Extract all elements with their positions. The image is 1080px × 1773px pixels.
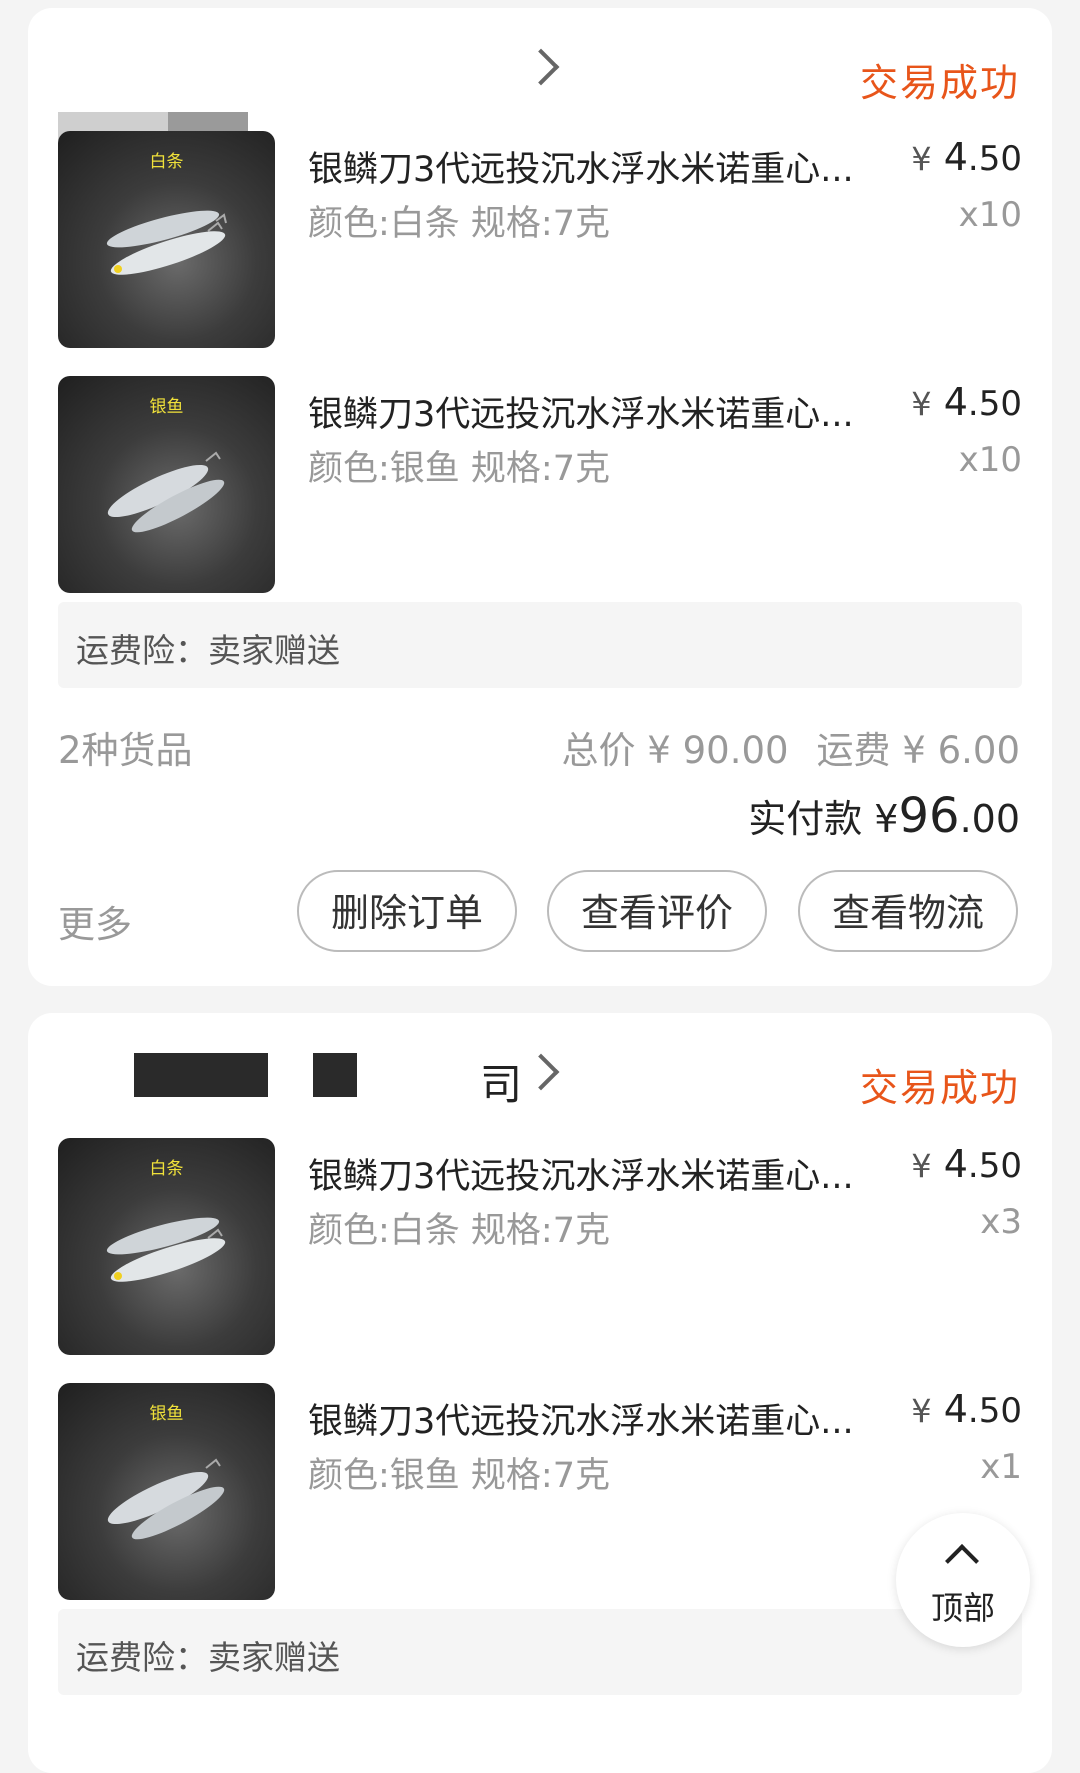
price-summary: 总价 ¥ 90.00 运费 ¥ 6.00	[562, 720, 1020, 774]
lure-illustration	[107, 1458, 225, 1540]
chevron-right-icon[interactable]	[522, 48, 560, 86]
product-image[interactable]: 白条	[58, 1138, 275, 1355]
price-decimal: .50	[967, 384, 1022, 424]
delete-order-button[interactable]: 删除订单	[297, 870, 517, 952]
product-title: 银鳞刀3代远投沉水浮水米诺重心...	[308, 1402, 854, 1442]
product-image-label: 白条	[149, 1159, 184, 1179]
product-title: 银鳞刀3代远投沉水浮水米诺重心...	[308, 150, 854, 190]
product-title: 银鳞刀3代远投沉水浮水米诺重心...	[308, 395, 854, 435]
order-item[interactable]: 银鱼 银鳞刀3代远投沉水浮水米诺重心... 颜色:银鱼 规格:7克 ¥ 4.50…	[58, 1383, 1022, 1601]
view-review-button[interactable]: 查看评价	[547, 870, 767, 952]
product-image[interactable]: 银鱼	[58, 376, 275, 593]
more-link[interactable]: 更多	[58, 894, 132, 948]
product-spec: 颜色:银鱼 规格:7克	[308, 449, 610, 489]
back-to-top-label: 顶部	[930, 1589, 995, 1627]
product-spec: 颜色:白条 规格:7克	[308, 1211, 610, 1251]
product-image[interactable]: 白条	[58, 131, 275, 348]
shop-header[interactable]: 司 交易成功	[28, 1013, 1052, 1153]
price-integer: 4	[943, 1142, 968, 1186]
product-quantity: x3	[980, 1202, 1022, 1242]
product-quantity: x10	[958, 440, 1022, 480]
paid-integer: 96	[898, 788, 960, 844]
paid-decimal: .00	[959, 797, 1020, 841]
chevron-up-icon	[945, 1544, 979, 1578]
chevron-right-icon[interactable]	[522, 1053, 560, 1091]
order-status: 交易成功	[859, 61, 1020, 105]
back-to-top-button[interactable]: 顶部	[896, 1513, 1030, 1647]
price-integer: 4	[943, 380, 968, 424]
redacted-block	[134, 1053, 268, 1097]
actual-payment: 实付款 ¥96.00	[748, 788, 1020, 844]
shipping-insurance: 运费险：卖家赠送	[58, 1609, 1022, 1695]
lure-illustration	[106, 1217, 226, 1282]
product-quantity: x10	[958, 195, 1022, 235]
product-quantity: x1	[980, 1447, 1022, 1487]
price-decimal: .50	[967, 1391, 1022, 1431]
price-currency: ¥	[911, 1392, 932, 1430]
shipping-insurance: 运费险：卖家赠送	[58, 602, 1022, 688]
product-price: ¥ 4.50	[911, 1387, 1022, 1431]
redacted-block	[313, 1053, 357, 1097]
product-image-label: 银鱼	[149, 397, 184, 417]
product-price: ¥ 4.50	[911, 135, 1022, 179]
order-card: 交易成功 白条 银鳞刀3代远投沉水浮水米诺重心... 颜色:白条 规格:7克 ¥…	[28, 8, 1052, 986]
order-item[interactable]: 白条 银鳞刀3代远投沉水浮水米诺重心... 颜色:白条 规格:7克 ¥ 4.50…	[58, 1138, 1022, 1356]
goods-count: 2种货品	[58, 729, 193, 772]
shop-name[interactable]: 司	[480, 1051, 522, 1112]
price-currency: ¥	[911, 140, 932, 178]
lure-illustration	[107, 451, 225, 533]
product-spec: 颜色:白条 规格:7克	[308, 204, 610, 244]
product-price: ¥ 4.50	[911, 1142, 1022, 1186]
price-currency: ¥	[911, 385, 932, 423]
shipping-insurance-text: 运费险：卖家赠送	[76, 1638, 340, 1677]
order-item[interactable]: 银鱼 银鳞刀3代远投沉水浮水米诺重心... 颜色:银鱼 规格:7克 ¥ 4.50…	[58, 376, 1022, 594]
lure-illustration	[106, 210, 227, 275]
order-card: 司 交易成功 白条 银鳞刀3代远投沉水浮水米诺重心... 颜色:白条 规格:7克…	[28, 1013, 1052, 1773]
price-decimal: .50	[967, 139, 1022, 179]
price-currency: ¥	[911, 1147, 932, 1185]
shipping-fee: 运费 ¥ 6.00	[816, 729, 1020, 772]
order-status: 交易成功	[859, 1066, 1020, 1110]
product-spec: 颜色:银鱼 规格:7克	[308, 1456, 610, 1496]
product-image-label: 白条	[149, 152, 184, 172]
view-logistics-button[interactable]: 查看物流	[798, 870, 1018, 952]
paid-label: 实付款 ¥	[748, 797, 899, 841]
price-integer: 4	[943, 1387, 968, 1431]
product-image[interactable]: 银鱼	[58, 1383, 275, 1600]
product-price: ¥ 4.50	[911, 380, 1022, 424]
shipping-insurance-text: 运费险：卖家赠送	[76, 631, 340, 670]
product-title: 银鳞刀3代远投沉水浮水米诺重心...	[308, 1157, 854, 1197]
price-decimal: .50	[967, 1146, 1022, 1186]
product-image-label: 银鱼	[149, 1404, 184, 1424]
price-integer: 4	[943, 135, 968, 179]
order-item[interactable]: 白条 银鳞刀3代远投沉水浮水米诺重心... 颜色:白条 规格:7克 ¥ 4.50…	[58, 131, 1022, 349]
total-price: 总价 ¥ 90.00	[561, 729, 789, 772]
